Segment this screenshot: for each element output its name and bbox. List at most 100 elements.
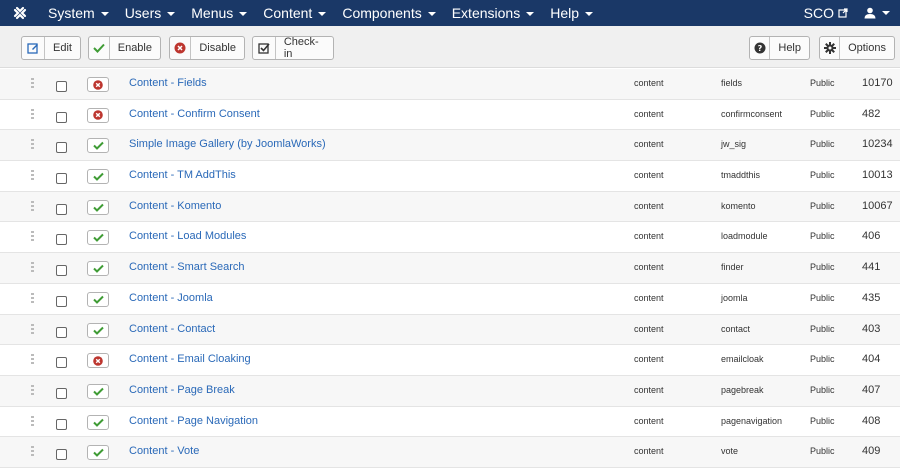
plugin-folder: content (634, 170, 664, 181)
drag-handle-icon[interactable] (31, 78, 35, 88)
plugin-id: 10067 (862, 199, 893, 212)
gear-icon (820, 37, 841, 59)
enabled-toggle[interactable] (87, 445, 109, 461)
plugin-id: 10170 (862, 77, 893, 89)
row-checkbox[interactable] (56, 449, 67, 461)
enabled-toggle[interactable] (87, 230, 109, 246)
enabled-toggle[interactable] (87, 383, 109, 399)
plugin-element: confirmconsent (721, 108, 783, 119)
row-checkbox[interactable] (56, 357, 67, 369)
enabled-toggle[interactable] (87, 199, 109, 215)
enabled-toggle[interactable] (87, 169, 109, 185)
plugin-access: Public (810, 446, 835, 457)
drag-handle-icon[interactable] (31, 292, 35, 303)
nav-menu-content[interactable]: Content (255, 0, 334, 26)
nav-menu-system[interactable]: System (40, 0, 117, 26)
drag-handle-icon[interactable] (31, 323, 35, 334)
row-checkbox[interactable] (56, 111, 67, 123)
plugin-name-link[interactable]: Content - Joomla (129, 292, 213, 304)
drag-handle-icon[interactable] (31, 139, 35, 150)
disabled-toggle[interactable] (87, 77, 109, 92)
nav-menu-components[interactable]: Components (334, 0, 443, 26)
plugin-name-link[interactable]: Content - Fields (129, 77, 207, 89)
plugin-name-link[interactable]: Content - Email Cloaking (129, 353, 251, 365)
chevron-down-icon (167, 12, 176, 16)
table-row: Content - Joomla content joomla Public 435 (0, 284, 900, 315)
enabled-toggle[interactable] (87, 261, 109, 277)
chevron-down-icon (427, 12, 436, 16)
drag-handle-icon[interactable] (31, 446, 35, 457)
enabled-toggle[interactable] (87, 291, 109, 307)
row-checkbox[interactable] (56, 418, 67, 430)
plugin-name-link[interactable]: Simple Image Gallery (by JoomlaWorks) (129, 138, 326, 150)
plugin-name-link[interactable]: Content - TM AddThis (129, 169, 236, 181)
main-menu: System Users Menus Content Components Extensi… (40, 0, 601, 26)
drag-handle-icon[interactable] (31, 231, 35, 242)
check-icon (92, 418, 104, 427)
checkin-button[interactable]: Check-in (252, 36, 334, 60)
row-checkbox[interactable] (56, 142, 67, 154)
plugin-name-link[interactable]: Content - Smart Search (129, 261, 245, 273)
plugin-folder: content (634, 262, 664, 273)
drag-handle-icon[interactable] (31, 170, 35, 181)
row-checkbox[interactable] (56, 203, 67, 215)
plugin-folder: content (634, 78, 664, 88)
nav-menu-users[interactable]: Users (117, 0, 184, 26)
plugin-id: 409 (862, 445, 881, 458)
plugin-folder: content (634, 415, 664, 426)
row-checkbox[interactable] (56, 265, 67, 277)
plugin-name-link[interactable]: Content - Confirm Consent (129, 108, 260, 120)
plugin-access: Public (810, 415, 835, 426)
plugin-access: Public (810, 292, 835, 303)
disabled-toggle[interactable] (87, 107, 109, 123)
check-icon (92, 141, 104, 151)
plugin-name-link[interactable]: Content - Vote (129, 445, 199, 457)
plugin-id: 10013 (862, 169, 893, 182)
enabled-toggle[interactable] (87, 138, 109, 154)
plugin-element: tmaddthis (721, 170, 761, 181)
nav-menu-menus[interactable]: Menus (183, 0, 255, 26)
table-row: Content - Email Cloaking content emailcloa… (0, 345, 900, 376)
drag-handle-icon[interactable] (31, 384, 35, 395)
plugin-access: Public (810, 354, 835, 365)
plugin-folder: content (634, 384, 664, 395)
plugin-folder: content (634, 354, 664, 365)
enable-label: Enable (117, 42, 152, 54)
plugin-name-link[interactable]: Content - Page Navigation (129, 415, 258, 427)
row-checkbox[interactable] (56, 295, 67, 307)
drag-handle-icon[interactable] (31, 108, 35, 119)
plugin-folder: content (634, 231, 664, 242)
plugin-name-link[interactable]: Content - Load Modules (129, 230, 246, 242)
site-link[interactable]: SCO (794, 5, 858, 21)
disabled-toggle[interactable] (87, 353, 109, 369)
enable-button[interactable]: Enable (88, 36, 161, 60)
drag-handle-icon[interactable] (31, 200, 35, 211)
check-icon (92, 326, 104, 335)
enabled-toggle[interactable] (87, 414, 109, 430)
nav-menu-label: Content (263, 5, 313, 21)
disable-button[interactable]: Disable (169, 36, 245, 60)
table-row: Content - Page Navigation content pagenavi… (0, 407, 900, 438)
nav-menu-extensions[interactable]: Extensions (444, 0, 542, 26)
drag-handle-icon[interactable] (31, 415, 35, 426)
nav-menu-help[interactable]: Help (542, 0, 601, 26)
user-menu[interactable] (858, 7, 900, 19)
row-checkbox[interactable] (56, 81, 67, 92)
row-checkbox[interactable] (56, 387, 67, 399)
plugin-name-link[interactable]: Content - Komento (129, 200, 221, 212)
plugin-name-link[interactable]: Content - Page Break (129, 384, 235, 396)
drag-handle-icon[interactable] (31, 354, 35, 365)
row-checkbox[interactable] (56, 173, 67, 185)
options-button[interactable]: Options (819, 36, 895, 60)
row-checkbox[interactable] (56, 326, 67, 338)
plugin-id: 482 (862, 107, 881, 120)
options-label: Options (848, 42, 886, 54)
joomla-logo-icon[interactable] (0, 0, 40, 26)
drag-handle-icon[interactable] (31, 262, 35, 273)
plugin-name-link[interactable]: Content - Contact (129, 323, 215, 335)
help-button[interactable]: ? Help (749, 36, 810, 60)
row-checkbox[interactable] (56, 234, 67, 246)
nav-menu-label: Menus (191, 5, 234, 21)
enabled-toggle[interactable] (87, 322, 109, 338)
edit-button[interactable]: Edit (21, 36, 81, 60)
